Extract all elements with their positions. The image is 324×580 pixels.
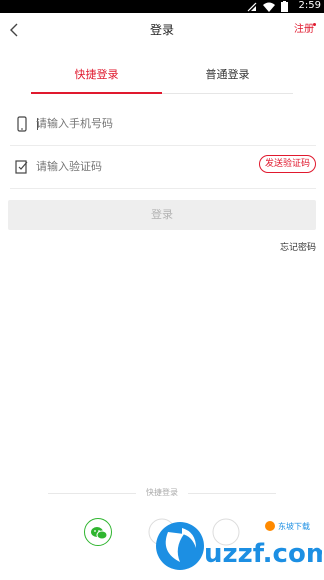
battery-icon bbox=[281, 1, 288, 12]
tab-normal-login[interactable]: 普通登录 bbox=[162, 60, 293, 94]
login-tabs: 快捷登录 普通登录 bbox=[31, 60, 293, 94]
status-time: 2:59 bbox=[298, 0, 321, 11]
wifi-icon bbox=[263, 2, 275, 12]
status-icons bbox=[247, 1, 288, 12]
code-field-row: 发送验证码 bbox=[10, 145, 316, 189]
register-link[interactable]: 注册 bbox=[294, 13, 314, 47]
nav-bar: 登录 注册 bbox=[0, 13, 324, 47]
forgot-password-link[interactable]: 忘记密码 bbox=[280, 240, 316, 253]
login-button[interactable]: 登录 bbox=[8, 200, 316, 230]
wechat-icon bbox=[91, 527, 108, 540]
svg-text:uzzf.com: uzzf.com bbox=[204, 539, 322, 569]
tab-quick-login[interactable]: 快捷登录 bbox=[31, 60, 162, 94]
phone-input[interactable] bbox=[36, 102, 256, 146]
phone-field-row bbox=[10, 102, 316, 146]
quick-login-label: 快捷登录 bbox=[136, 486, 188, 500]
send-code-button[interactable]: 发送验证码 bbox=[258, 155, 316, 173]
uzzf-watermark-logo: 东坡下载 uzzf.com bbox=[156, 521, 322, 570]
page-title: 登录 bbox=[149, 23, 174, 37]
svg-text:东坡下载: 东坡下载 bbox=[278, 521, 310, 531]
phone-icon bbox=[17, 116, 27, 132]
verification-code-input[interactable] bbox=[36, 145, 256, 189]
tab-divider bbox=[162, 93, 293, 94]
signal-icon bbox=[247, 2, 257, 11]
register-badge-dot bbox=[313, 23, 316, 26]
wechat-login-button[interactable] bbox=[84, 518, 112, 546]
status-bar: 2:59 bbox=[0, 0, 324, 13]
active-tab-indicator bbox=[31, 92, 162, 94]
edit-check-icon bbox=[15, 160, 28, 174]
